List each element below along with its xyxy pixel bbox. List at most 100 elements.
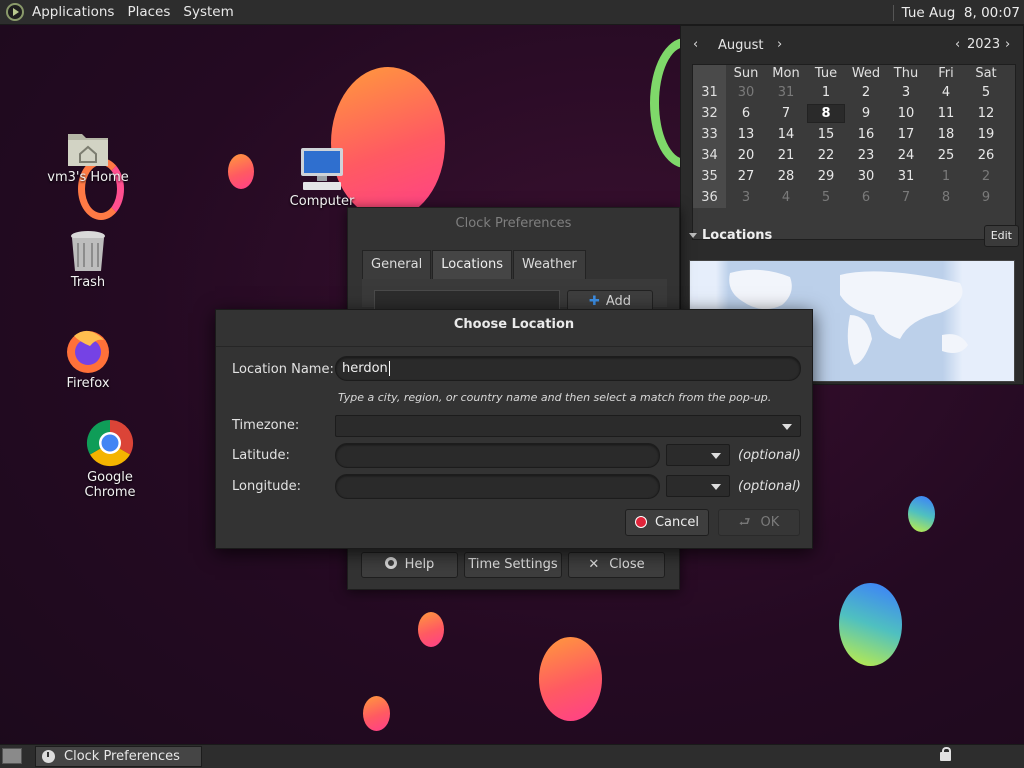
menu-system[interactable]: System xyxy=(183,4,233,20)
close-button[interactable]: ✕ Close xyxy=(568,552,665,578)
calendar-week-row: 34 20 21 22 23 24 25 26 xyxy=(693,145,1015,166)
desktop-icon-trash[interactable]: Trash xyxy=(38,229,138,290)
week-number: 32 xyxy=(693,103,726,124)
calendar-day[interactable]: 19 xyxy=(966,127,1006,142)
desktop-icon-chrome[interactable]: Google Chrome xyxy=(60,418,160,500)
calendar-day[interactable]: 5 xyxy=(966,85,1006,100)
calendar-day[interactable]: 20 xyxy=(726,148,766,163)
help-icon xyxy=(384,557,397,569)
calendar-day[interactable]: 25 xyxy=(926,148,966,163)
calendar-day[interactable]: 7 xyxy=(766,106,806,121)
tab-locations[interactable]: Locations xyxy=(432,250,512,279)
calendar-day[interactable]: 29 xyxy=(806,169,846,184)
menu-places[interactable]: Places xyxy=(127,4,170,20)
clock-area: Tue Aug 8, 00:07 xyxy=(892,0,1024,25)
calendar-day[interactable]: 23 xyxy=(846,148,886,163)
title-divider xyxy=(216,346,812,347)
calendar-day[interactable]: 1 xyxy=(806,85,846,100)
show-desktop-icon[interactable] xyxy=(2,748,22,764)
calendar-day[interactable]: 7 xyxy=(886,190,926,205)
day-name: Fri xyxy=(938,66,954,81)
text-caret xyxy=(388,361,390,376)
calendar-day[interactable]: 2 xyxy=(846,85,886,100)
cancel-button[interactable]: Cancel xyxy=(625,509,709,536)
calendar-day[interactable]: 21 xyxy=(766,148,806,163)
firefox-icon xyxy=(64,326,112,374)
calendar-day[interactable]: 18 xyxy=(926,127,966,142)
calendar-week-row: 32 6 7 8 9 10 11 12 xyxy=(693,103,1015,124)
add-icon: ✚ xyxy=(588,294,600,309)
cancel-icon xyxy=(634,516,647,528)
calendar-day[interactable]: 2 xyxy=(966,169,1006,184)
calendar-day[interactable]: 6 xyxy=(846,190,886,205)
calendar-day[interactable]: 27 xyxy=(726,169,766,184)
calendar-day[interactable]: 9 xyxy=(966,190,1006,205)
home-folder-icon xyxy=(66,128,110,168)
tab-weather[interactable]: Weather xyxy=(513,250,586,279)
calendar-day[interactable]: 16 xyxy=(846,127,886,142)
calendar-day[interactable]: 4 xyxy=(926,85,966,100)
calendar-day[interactable]: 1 xyxy=(926,169,966,184)
calendar-day[interactable]: 28 xyxy=(766,169,806,184)
day-name: Wed xyxy=(851,66,881,81)
lock-icon[interactable] xyxy=(940,747,951,761)
panel-clock[interactable]: Tue Aug 8, 00:07 xyxy=(902,5,1020,21)
prev-month-button[interactable]: ‹ xyxy=(693,37,698,52)
calendar-day[interactable]: 3 xyxy=(726,190,766,205)
menu-applications[interactable]: Applications xyxy=(32,4,114,20)
timezone-select[interactable] xyxy=(335,415,801,437)
next-year-button[interactable]: › xyxy=(1005,37,1010,52)
location-name-input[interactable]: herdon xyxy=(335,356,801,381)
prev-year-button[interactable]: ‹ xyxy=(955,37,960,52)
calendar-day[interactable]: 6 xyxy=(726,106,766,121)
calendar-day[interactable]: 4 xyxy=(766,190,806,205)
calendar-day[interactable]: 15 xyxy=(806,127,846,142)
location-hint: Type a city, region, or country name and… xyxy=(338,391,772,404)
calendar-day[interactable]: 31 xyxy=(886,169,926,184)
dialog-title: Choose Location xyxy=(453,317,575,332)
longitude-input[interactable] xyxy=(335,474,660,499)
calendar-day[interactable]: 17 xyxy=(886,127,926,142)
calendar-day[interactable]: 8 xyxy=(926,190,966,205)
calendar-day[interactable]: 3 xyxy=(886,85,926,100)
longitude-direction-select[interactable] xyxy=(666,475,730,497)
dropdown-arrow-icon xyxy=(711,453,721,459)
calendar-day[interactable]: 5 xyxy=(806,190,846,205)
wallpaper-bubble xyxy=(228,154,254,189)
desktop-icon-firefox[interactable]: Firefox xyxy=(38,326,138,391)
calendar-day[interactable]: 8 xyxy=(807,104,845,123)
locations-title: Locations xyxy=(702,228,773,243)
time-settings-button[interactable]: Time Settings xyxy=(464,552,562,578)
desktop-icon-home[interactable]: vm3's Home xyxy=(38,128,138,185)
preferences-tabs: General Locations Weather xyxy=(362,250,587,279)
calendar-day[interactable]: 12 xyxy=(966,106,1006,121)
calendar-day[interactable]: 22 xyxy=(806,148,846,163)
wallpaper-bubble xyxy=(418,612,444,647)
latitude-direction-select[interactable] xyxy=(666,444,730,466)
desktop-icon-computer[interactable]: Computer xyxy=(272,146,372,209)
calendar-week-row: 36 3 4 5 6 7 8 9 xyxy=(693,187,1015,208)
desktop-icon-label: Google Chrome xyxy=(84,470,136,500)
calendar-day[interactable]: 24 xyxy=(886,148,926,163)
calendar-day[interactable]: 14 xyxy=(766,127,806,142)
locations-expander[interactable]: Locations xyxy=(689,228,772,243)
calendar-day[interactable]: 26 xyxy=(966,148,1006,163)
latitude-input[interactable] xyxy=(335,443,660,468)
calendar-day[interactable]: 31 xyxy=(766,85,806,100)
calendar-day[interactable]: 9 xyxy=(846,106,886,121)
applications-logo-icon[interactable] xyxy=(6,3,24,21)
calendar-day[interactable]: 11 xyxy=(926,106,966,121)
wallpaper-bubble xyxy=(908,496,935,532)
edit-locations-button[interactable]: Edit xyxy=(983,225,1019,247)
calendar-day[interactable]: 13 xyxy=(726,127,766,142)
help-button[interactable]: Help xyxy=(361,552,458,578)
taskbar-clock-preferences[interactable]: Clock Preferences xyxy=(35,746,202,767)
calendar-day[interactable]: 30 xyxy=(726,85,766,100)
calendar-day[interactable]: 10 xyxy=(886,106,926,121)
next-month-button[interactable]: › xyxy=(777,37,782,52)
clock-icon xyxy=(42,750,55,763)
wallpaper-bubble xyxy=(363,696,390,731)
tab-general[interactable]: General xyxy=(362,250,432,279)
ok-button[interactable]: ⮐ OK xyxy=(718,509,800,536)
calendar-day[interactable]: 30 xyxy=(846,169,886,184)
